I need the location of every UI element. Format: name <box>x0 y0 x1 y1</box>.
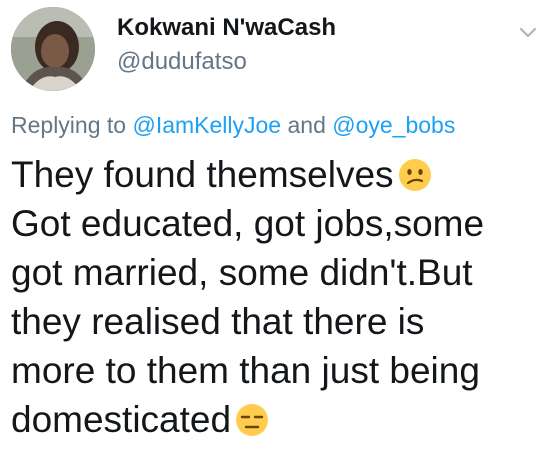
replying-to-prefix: Replying to <box>11 112 127 138</box>
chevron-down-icon[interactable] <box>519 26 537 38</box>
confused-face-emoji-icon <box>398 155 432 191</box>
replying-to-line: Replying to @IamKellyJoe and @oye_bobs <box>11 112 455 139</box>
tweet-line-6: domesticated <box>11 395 541 444</box>
tweet-card: Kokwani N'waCash @dudufatso Replying to … <box>0 0 549 457</box>
tweet-body: They found themselves Got educated, got … <box>11 150 541 444</box>
reply-mention-1[interactable]: @IamKellyJoe <box>132 112 281 138</box>
tweet-line-3: got married, some didn't.But <box>11 252 473 293</box>
author-avatar[interactable] <box>11 7 95 91</box>
tweet-line-1: They found themselves <box>11 150 541 199</box>
author-display-name[interactable]: Kokwani N'waCash <box>117 14 336 42</box>
tweet-line-5: more to them than just being <box>11 350 480 391</box>
expressionless-face-emoji-icon <box>235 400 269 436</box>
tweet-line-6-text: domesticated <box>11 399 232 440</box>
tweet-line-4: they realised that there is <box>11 301 425 342</box>
user-avatar-image <box>11 7 95 91</box>
author-handle[interactable]: @dudufatso <box>117 48 247 76</box>
tweet-line-2: Got educated, got jobs,some <box>11 203 485 244</box>
reply-mention-2[interactable]: @oye_bobs <box>332 112 455 138</box>
tweet-line-1-text: They found themselves <box>11 154 394 195</box>
replying-to-conjunction: and <box>287 112 326 138</box>
